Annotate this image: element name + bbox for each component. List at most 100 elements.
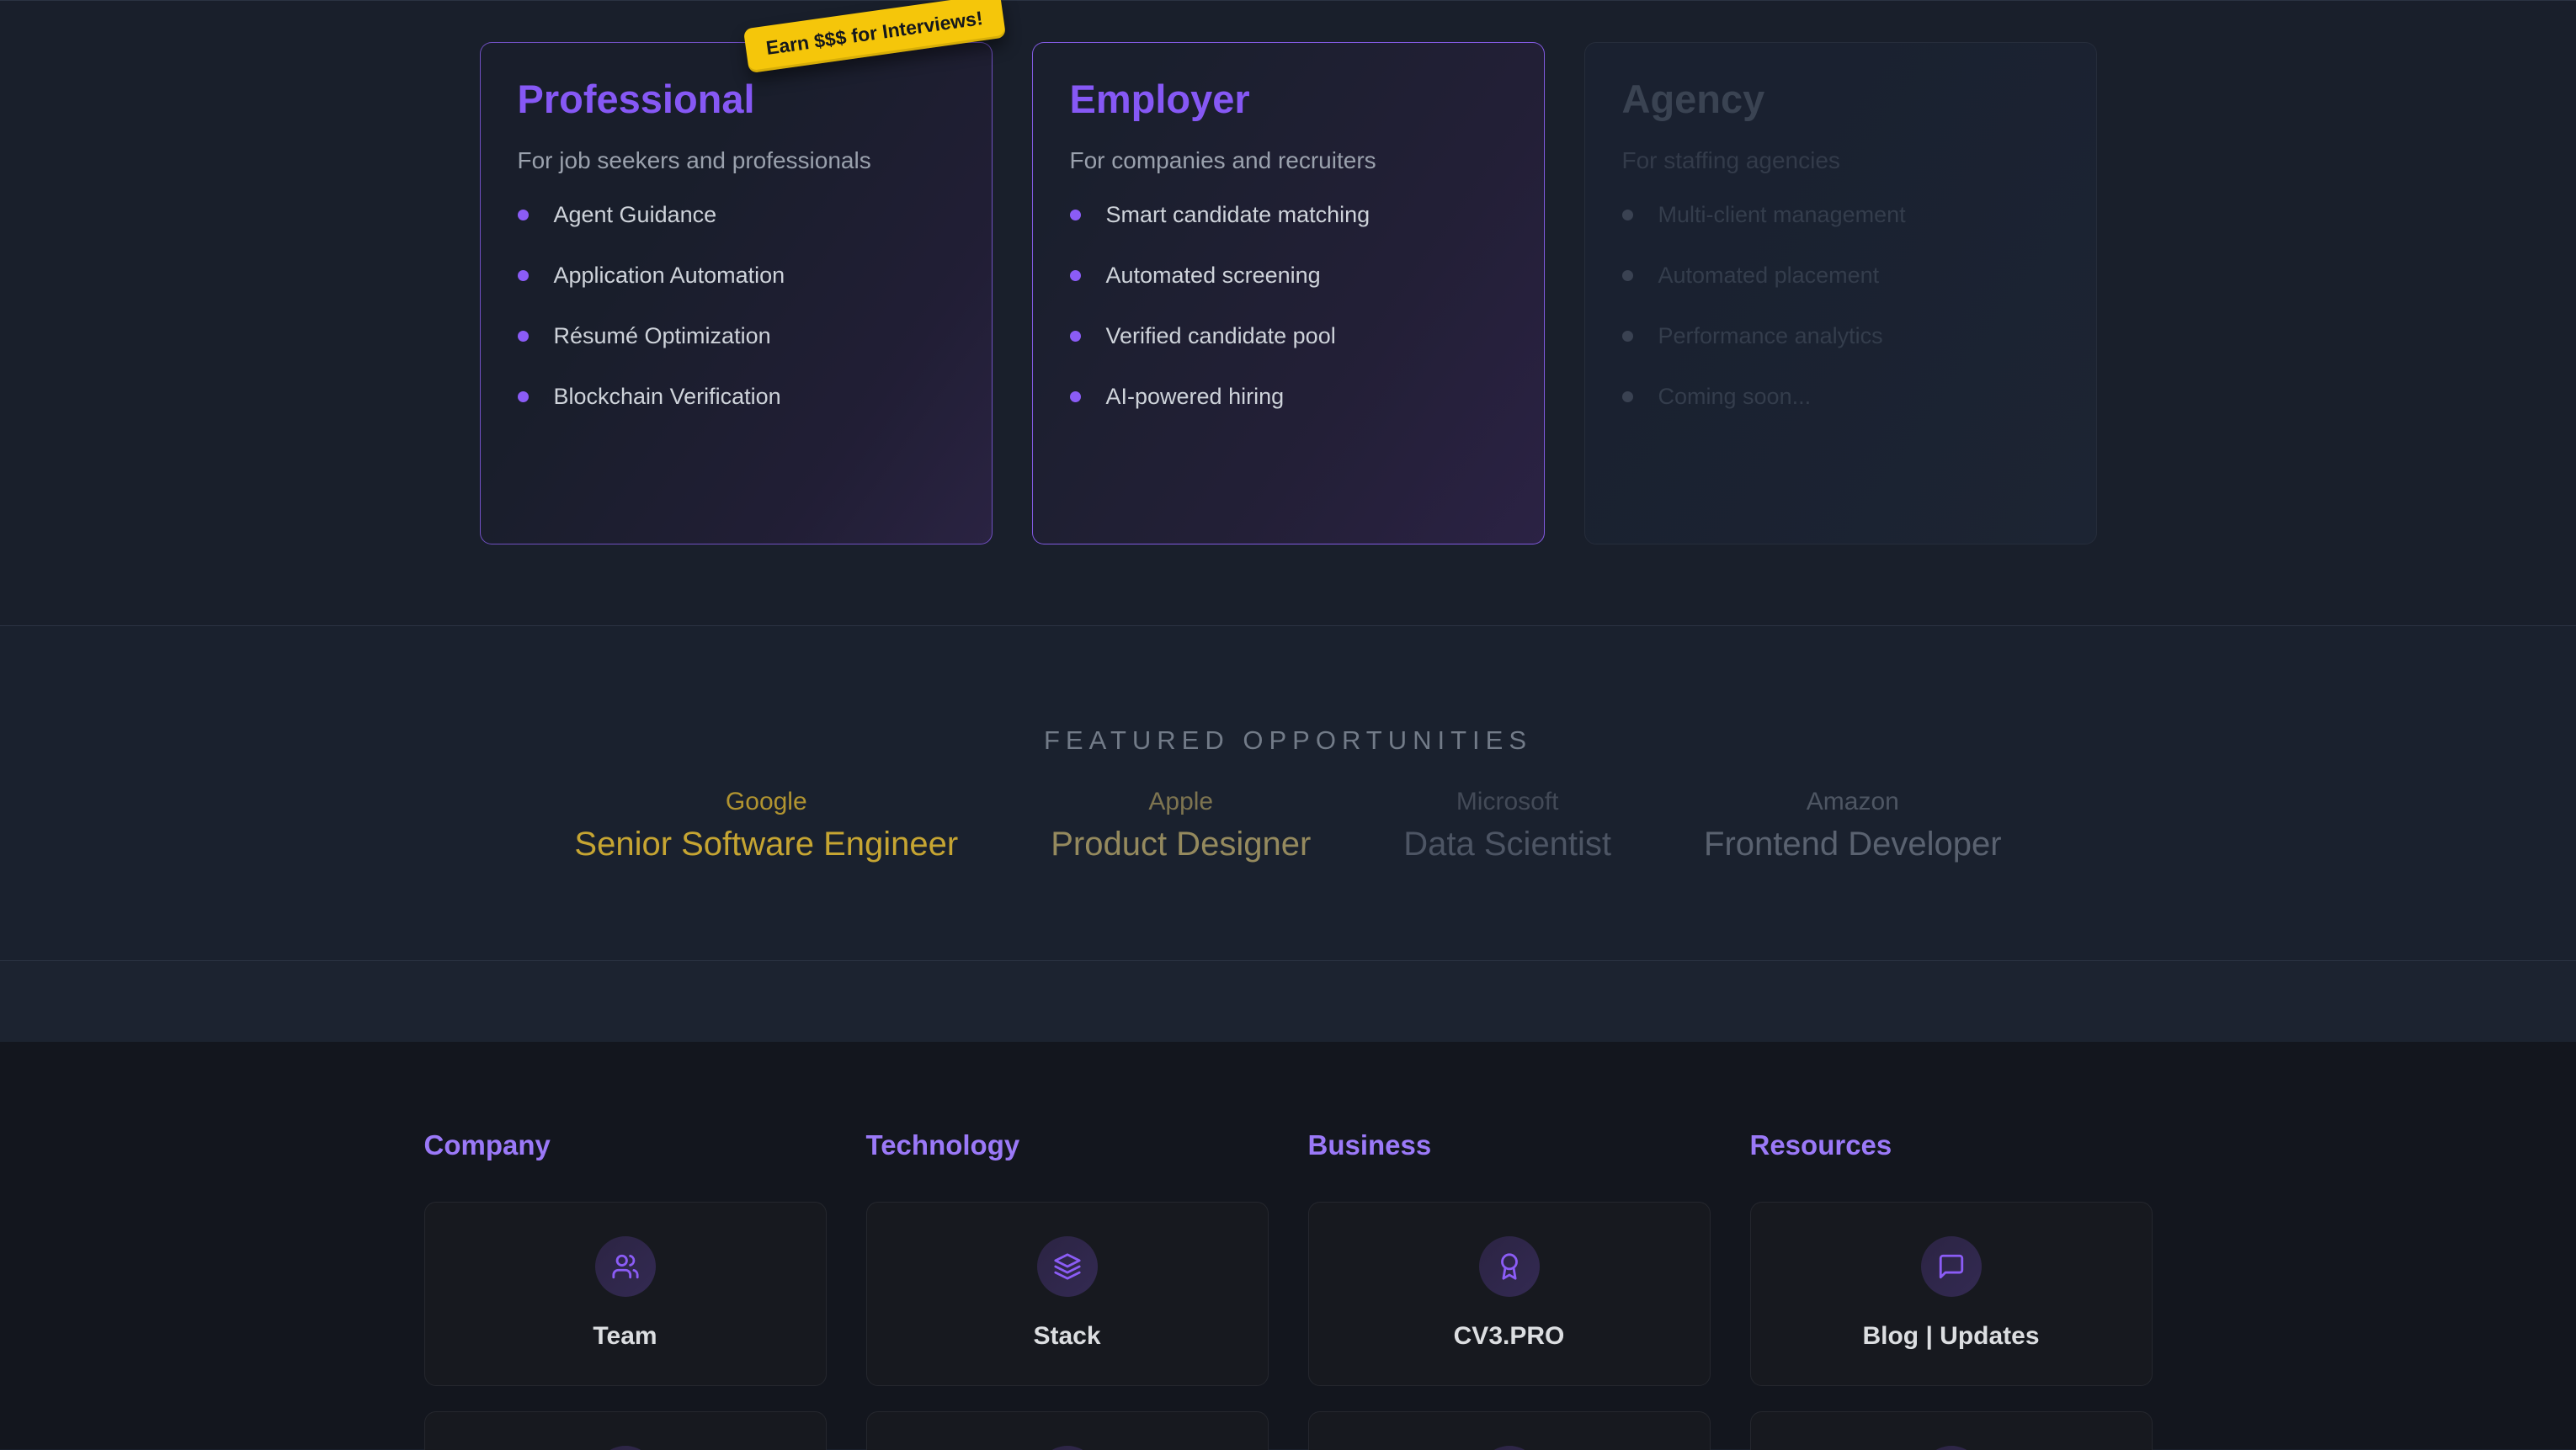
job-company: Microsoft bbox=[1403, 788, 1611, 816]
featured-heading: FEATURED OPPORTUNITIES bbox=[0, 626, 2576, 756]
job-company: Apple bbox=[1051, 788, 1311, 816]
job-title: Frontend Developer bbox=[1704, 825, 2002, 863]
bullet-dot bbox=[518, 210, 529, 220]
plan-feature: Verified candidate pool bbox=[1070, 305, 1507, 366]
layers-icon bbox=[1053, 1252, 1082, 1281]
pricing-page: Earn $$$ for Interviews! Professional Fo… bbox=[0, 0, 2576, 1450]
icon-circle bbox=[595, 1236, 656, 1297]
plan-feature-label: Coming soon... bbox=[1658, 384, 1812, 410]
footer-card-partial[interactable] bbox=[866, 1411, 1269, 1450]
users-icon bbox=[611, 1252, 640, 1281]
message-icon bbox=[1937, 1252, 1966, 1281]
job-company: Google bbox=[574, 788, 958, 816]
footer-card-label: Stack bbox=[1033, 1322, 1100, 1351]
footer-card-team[interactable]: Team bbox=[424, 1202, 827, 1386]
plan-feature-label: Multi-client management bbox=[1658, 202, 1906, 228]
icon-circle bbox=[1921, 1446, 1982, 1450]
icon-circle bbox=[1479, 1446, 1540, 1450]
footer-card-blog[interactable]: Blog | Updates bbox=[1750, 1202, 2153, 1386]
featured-job-google[interactable]: Google Senior Software Engineer bbox=[574, 788, 958, 863]
plan-feature: Smart candidate matching bbox=[1070, 184, 1507, 245]
footer-column-business: Business CV3.PRO bbox=[1308, 1129, 1711, 1450]
footer-column-heading: Resources bbox=[1750, 1129, 2153, 1161]
plan-feature: AI-powered hiring bbox=[1070, 366, 1507, 427]
footer-column-heading: Company bbox=[424, 1129, 827, 1161]
plan-feature-label: Smart candidate matching bbox=[1106, 202, 1370, 228]
spacer-band bbox=[0, 961, 2576, 1042]
plan-title: Agency bbox=[1622, 77, 2059, 122]
icon-circle bbox=[595, 1446, 656, 1450]
footer-card-cv3pro[interactable]: CV3.PRO bbox=[1308, 1202, 1711, 1386]
bullet-dot bbox=[1070, 331, 1081, 342]
plan-title: Professional bbox=[518, 77, 955, 122]
site-footer: Company Team Technology Stack bbox=[0, 1042, 2576, 1449]
bullet-dot bbox=[1070, 391, 1081, 402]
footer-card-partial[interactable] bbox=[1750, 1411, 2153, 1450]
plan-feature-label: Performance analytics bbox=[1658, 323, 1883, 349]
footer-card-label: Team bbox=[593, 1322, 657, 1351]
icon-circle bbox=[1479, 1236, 1540, 1297]
plan-feature-label: Résumé Optimization bbox=[554, 323, 771, 349]
plan-feature-label: Application Automation bbox=[554, 263, 785, 289]
featured-job-apple[interactable]: Apple Product Designer bbox=[1051, 788, 1311, 863]
icon-circle bbox=[1037, 1236, 1098, 1297]
plan-feature-label: Automated placement bbox=[1658, 263, 1880, 289]
plan-subtitle: For job seekers and professionals bbox=[518, 146, 955, 176]
plan-feature: Automated screening bbox=[1070, 245, 1507, 305]
plan-feature: Résumé Optimization bbox=[518, 305, 955, 366]
footer-card-label: Blog | Updates bbox=[1862, 1322, 2039, 1351]
plan-card-employer[interactable]: Employer For companies and recruiters Sm… bbox=[1032, 42, 1545, 544]
plan-feature-label: Verified candidate pool bbox=[1106, 323, 1336, 349]
plan-feature-label: AI-powered hiring bbox=[1106, 384, 1285, 410]
footer-grid: Company Team Technology Stack bbox=[424, 1129, 2153, 1450]
bullet-dot bbox=[1070, 210, 1081, 220]
footer-column-heading: Technology bbox=[866, 1129, 1269, 1161]
plan-feature: Agent Guidance bbox=[518, 184, 955, 245]
plan-feature: Coming soon... bbox=[1622, 366, 2059, 427]
footer-column-company: Company Team bbox=[424, 1129, 827, 1450]
plan-feature: Automated placement bbox=[1622, 245, 2059, 305]
footer-card-partial[interactable] bbox=[1308, 1411, 1711, 1450]
plan-feature-list: Agent Guidance Application Automation Ré… bbox=[518, 184, 955, 427]
plans-section: Earn $$$ for Interviews! Professional Fo… bbox=[0, 0, 2576, 626]
icon-circle bbox=[1921, 1236, 1982, 1297]
featured-job-amazon[interactable]: Amazon Frontend Developer bbox=[1704, 788, 2002, 863]
award-icon bbox=[1495, 1252, 1524, 1281]
footer-column-resources: Resources Blog | Updates bbox=[1750, 1129, 2153, 1450]
plan-card-agency: Agency For staffing agencies Multi-clien… bbox=[1584, 42, 2097, 544]
plan-feature-label: Automated screening bbox=[1106, 263, 1321, 289]
plan-feature-label: Agent Guidance bbox=[554, 202, 717, 228]
bullet-dot bbox=[1622, 391, 1633, 402]
footer-card-label: CV3.PRO bbox=[1454, 1322, 1565, 1351]
featured-job-microsoft[interactable]: Microsoft Data Scientist bbox=[1403, 788, 1611, 863]
bullet-dot bbox=[1622, 270, 1633, 281]
plan-feature: Performance analytics bbox=[1622, 305, 2059, 366]
footer-column-technology: Technology Stack bbox=[866, 1129, 1269, 1450]
plan-feature-list: Smart candidate matching Automated scree… bbox=[1070, 184, 1507, 427]
featured-jobs-carousel: Google Senior Software Engineer Apple Pr… bbox=[0, 788, 2576, 863]
footer-card-stack[interactable]: Stack bbox=[866, 1202, 1269, 1386]
featured-section: FEATURED OPPORTUNITIES Google Senior Sof… bbox=[0, 626, 2576, 961]
bullet-dot bbox=[1622, 331, 1633, 342]
footer-card-partial[interactable] bbox=[424, 1411, 827, 1450]
plan-title: Employer bbox=[1070, 77, 1507, 122]
plan-feature: Application Automation bbox=[518, 245, 955, 305]
plan-feature-list: Multi-client management Automated placem… bbox=[1622, 184, 2059, 427]
bullet-dot bbox=[518, 391, 529, 402]
plan-feature-label: Blockchain Verification bbox=[554, 384, 781, 410]
bullet-dot bbox=[518, 331, 529, 342]
plan-subtitle: For staffing agencies bbox=[1622, 146, 2059, 176]
job-title: Product Designer bbox=[1051, 825, 1311, 863]
plans-grid: Professional For job seekers and profess… bbox=[0, 1, 2576, 544]
plan-card-professional[interactable]: Professional For job seekers and profess… bbox=[480, 42, 993, 544]
job-title: Senior Software Engineer bbox=[574, 825, 958, 863]
bullet-dot bbox=[1070, 270, 1081, 281]
job-company: Amazon bbox=[1704, 788, 2002, 816]
bullet-dot bbox=[518, 270, 529, 281]
job-title: Data Scientist bbox=[1403, 825, 1611, 863]
plan-feature: Multi-client management bbox=[1622, 184, 2059, 245]
icon-circle bbox=[1037, 1446, 1098, 1450]
plan-subtitle: For companies and recruiters bbox=[1070, 146, 1507, 176]
footer-column-heading: Business bbox=[1308, 1129, 1711, 1161]
plan-feature: Blockchain Verification bbox=[518, 366, 955, 427]
